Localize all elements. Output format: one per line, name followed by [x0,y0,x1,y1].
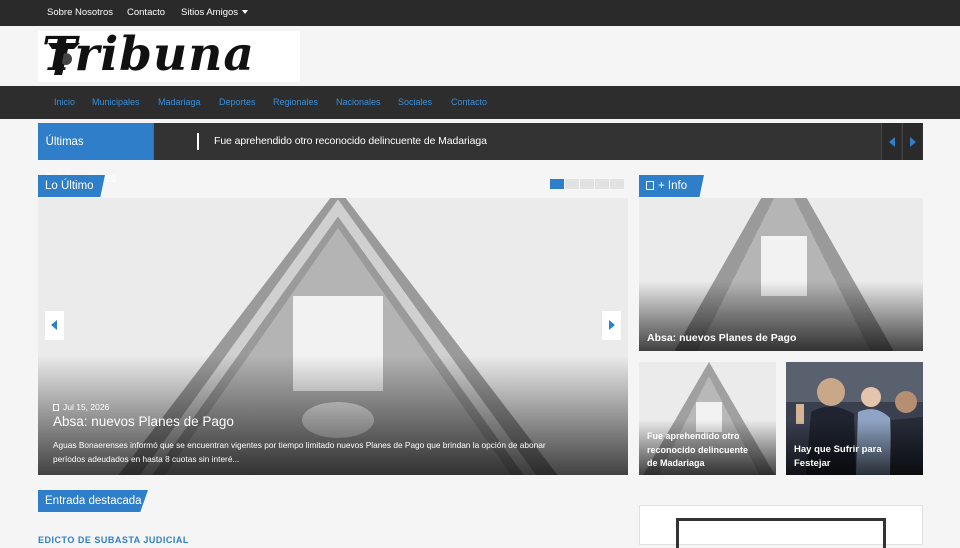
nav-item-contacto[interactable]: Contacto [451,97,487,107]
calendar-icon [53,404,59,411]
sitios-amigos-label: Sitios Amigos [181,7,239,18]
nav-item-madariaga[interactable]: Madariaga [158,97,201,107]
main-nav: Inicio Municipales Madariaga Deportes Re… [0,86,960,119]
info-card-title-line: reconocido delincuente [647,444,749,455]
info-card-title-line: Festejar [794,457,831,469]
ticker-next-button[interactable] [902,123,922,160]
info-card-title[interactable]: Fue aprehendido otro reconocido delincue… [647,430,748,471]
nav-item-municipales[interactable]: Municipales [92,97,140,107]
sidebar-widget [639,505,923,548]
ticker-divider [197,133,199,150]
slide-excerpt-line: Aguas Bonaerenses informó que se encuent… [53,440,546,450]
chevron-left-icon [889,137,895,147]
info-card-title-line: Hay que Sufrir para [794,444,882,455]
chevron-left-icon [51,320,57,330]
ticker-label: Últimas Publicaciones [38,123,154,185]
section-tag-entrada-destacada: Entrada destacada [38,490,148,512]
ticker-headline[interactable]: Fue aprehendido otro reconocido delincue… [214,135,487,147]
chevron-right-icon [910,137,916,147]
news-ticker: Últimas Publicaciones Fue aprehendido ot… [38,123,923,185]
top-bar: Sobre Nosotros Contacto Sitios Amigos [0,0,960,26]
slide-prev-button[interactable] [45,311,64,340]
site-logo[interactable]: Tribuna [38,31,300,82]
widget-banner-frame [676,518,886,548]
chevron-right-icon [609,320,615,330]
info-card-title-line: Fue aprehendido otro [647,431,740,441]
info-card-image[interactable] [639,198,923,351]
slide-title[interactable]: Absa: nuevos Planes de Pago [53,414,234,429]
info-card-title[interactable]: Hay que Sufrir para Festejar [794,443,882,470]
slide-excerpt-line: períodos adeudados en hasta 8 cuotas sin… [53,454,240,464]
nav-item-deportes[interactable]: Deportes [219,97,256,107]
info-card-title-line: de Madariaga [647,458,705,468]
slide-date: Jul 15, 2026 [53,402,109,412]
nav-item-inicio[interactable]: Inicio [54,97,75,107]
slide-date-text: Jul 15, 2026 [63,402,110,412]
section-tag-lo-ultimo: Lo Último [38,175,105,197]
slider-dot[interactable] [550,179,564,189]
nav-item-regionales[interactable]: Regionales [273,97,318,107]
slide-excerpt: Aguas Bonaerenses informó que se encuent… [53,438,623,466]
info-card-title[interactable]: Absa: nuevos Planes de Pago [647,332,796,344]
slider-dot[interactable] [580,179,594,189]
logo-text: Tribuna [42,31,255,82]
section-tag-mas-info-label: + Info [658,180,688,192]
ticker-prev-button[interactable] [881,123,901,160]
slider-dot[interactable] [565,179,579,189]
site-header: Tribuna [0,26,960,86]
featured-post-title[interactable]: EDICTO DE SUBASTA JUDICIAL [38,535,189,545]
section-tag-mas-info: + Info [639,175,704,197]
main-slide-image[interactable] [38,198,628,475]
nav-item-sociales[interactable]: Sociales [398,97,432,107]
chevron-down-icon [242,10,249,14]
topbar-link-sobre-nosotros[interactable]: Sobre Nosotros [47,7,113,18]
square-icon [646,181,654,190]
slider-dot[interactable] [610,179,624,189]
slider-dot[interactable] [595,179,609,189]
slide-next-button[interactable] [602,311,621,340]
topbar-link-contacto[interactable]: Contacto [127,7,165,18]
nav-item-nacionales[interactable]: Nacionales [336,97,381,107]
topbar-link-sitios-amigos[interactable]: Sitios Amigos [181,7,249,18]
